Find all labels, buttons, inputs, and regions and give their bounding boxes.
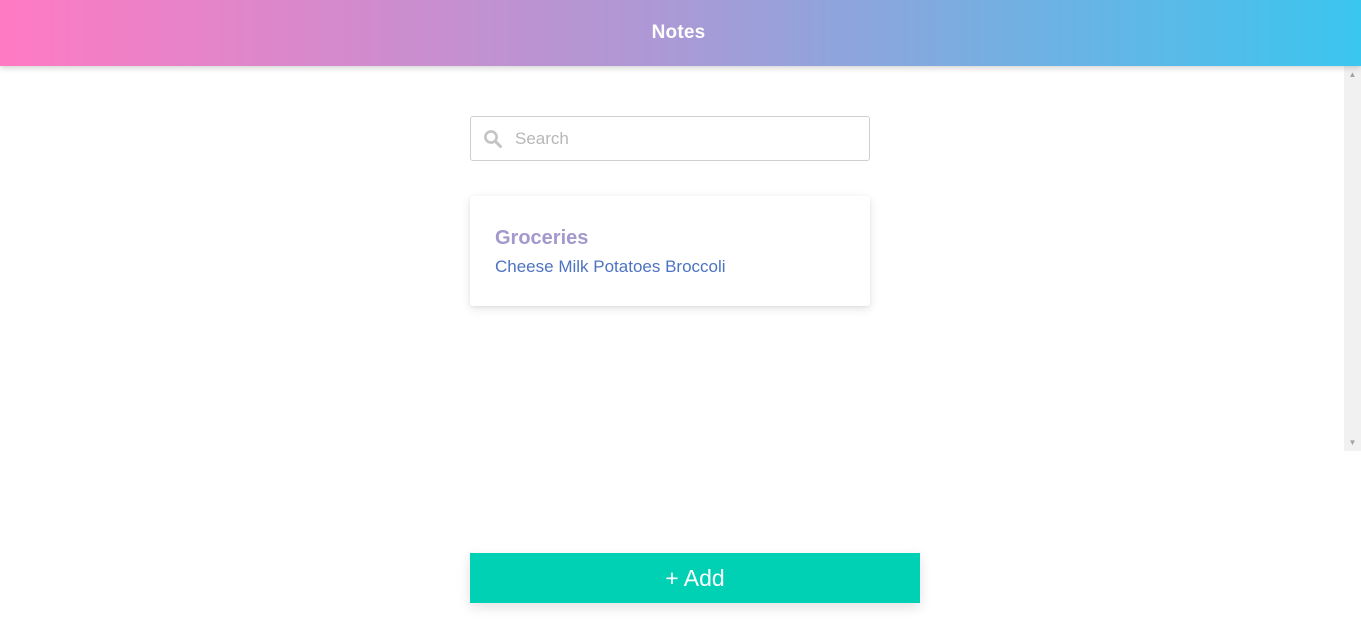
scroll-down-arrow-icon[interactable]: ▼ — [1344, 434, 1361, 451]
search-icon — [484, 130, 502, 148]
app-title: Notes — [651, 22, 706, 43]
note-card-groceries[interactable]: Groceries Cheese Milk Potatoes Broccoli — [470, 196, 870, 306]
search-box[interactable] — [470, 116, 870, 161]
note-body: Cheese Milk Potatoes Broccoli — [495, 257, 726, 276]
add-note-button[interactable]: + Add — [470, 553, 920, 603]
note-title: Groceries — [495, 227, 589, 249]
scroll-up-arrow-icon[interactable]: ▲ — [1344, 66, 1361, 83]
search-input[interactable] — [515, 117, 863, 160]
app-header: Notes — [0, 0, 1361, 66]
vertical-scrollbar[interactable]: ▲ ▼ — [1344, 66, 1361, 451]
